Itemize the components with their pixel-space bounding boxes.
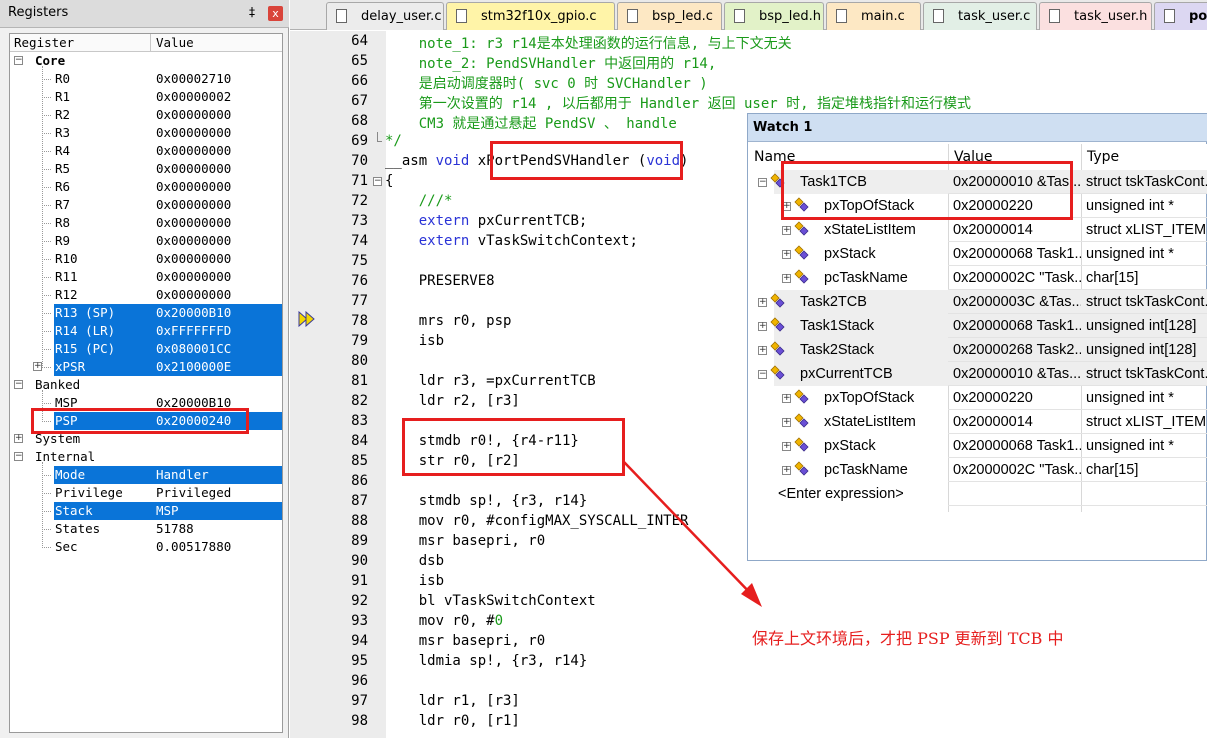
annotation-note: 保存上文环境后，才把 PSP 更新到 TCB 中 bbox=[752, 629, 1064, 648]
